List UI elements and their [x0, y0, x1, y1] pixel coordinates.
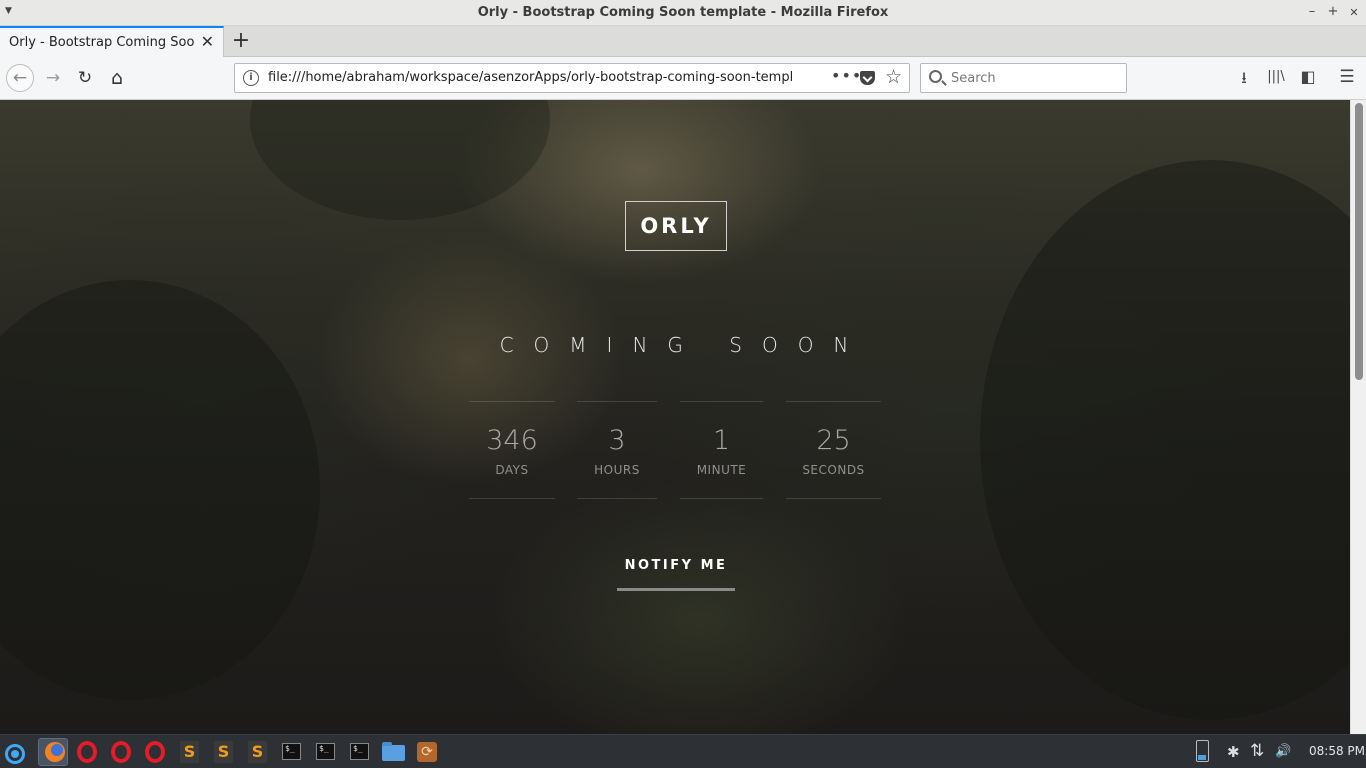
volume-icon[interactable]: 🔊 [1275, 744, 1291, 759]
clock[interactable]: 08:58 PM [1309, 744, 1365, 758]
battery-icon[interactable] [1196, 740, 1209, 762]
taskbar: S S S $_ $_ $_ ⟳ ✱ ⇅ 🔊 08:58 PM [0, 734, 1366, 768]
countdown-value: 25 [816, 425, 851, 456]
page-viewport: ORLY COMING SOON 346 DAYS 3 HOURS 1 MINU… [0, 100, 1350, 734]
countdown-unit: MINUTE [696, 463, 747, 477]
logo-text: ORLY [640, 214, 712, 238]
back-button[interactable]: ← [6, 64, 34, 92]
navigation-toolbar: ← → ↻ ⌂ i file:///home/abraham/workspace… [0, 57, 1366, 100]
tab-strip: Orly - Bootstrap Coming Soon t ✕ + [0, 26, 1366, 57]
minimize-button[interactable]: – [1305, 4, 1319, 19]
sidebar-icon[interactable]: ◧ [1297, 67, 1319, 86]
scrollbar-thumb[interactable] [1355, 103, 1363, 380]
countdown-unit: DAYS [495, 463, 529, 477]
coming-soon-heading: COMING SOON [499, 333, 869, 357]
firefox-icon [45, 742, 65, 762]
menu-icon[interactable]: ☰ [1336, 67, 1358, 87]
maximize-button[interactable]: + [1326, 4, 1340, 19]
search-icon [929, 70, 942, 83]
taskbar-opera[interactable] [72, 738, 102, 766]
opera-icon [145, 741, 165, 763]
bookmark-star-icon[interactable]: ☆ [885, 66, 902, 88]
countdown-days: 346 DAYS [469, 401, 555, 499]
sublime-text-icon: S [214, 741, 233, 763]
library-icon[interactable]: |||\ [1265, 69, 1287, 84]
app-menu-button[interactable] [0, 738, 30, 766]
countdown-seconds: 25 SECONDS [786, 401, 881, 499]
countdown-unit: HOURS [594, 463, 640, 477]
network-icon[interactable]: ⇅ [1250, 741, 1264, 761]
forest-shade [980, 160, 1350, 720]
new-tab-button[interactable]: + [230, 28, 252, 53]
opera-icon [111, 741, 131, 763]
countdown-value: 1 [712, 425, 731, 456]
app-menu-icon [5, 744, 25, 764]
window-title: Orly - Bootstrap Coming Soon template - … [477, 5, 889, 20]
page-actions-icon[interactable]: ••• [831, 66, 862, 85]
tab-label: Orly - Bootstrap Coming Soon t [9, 35, 195, 50]
taskbar-firefox[interactable] [38, 738, 68, 766]
taskbar-sublime[interactable]: S [174, 738, 204, 766]
tab-close-icon[interactable]: ✕ [201, 32, 214, 51]
countdown-value: 346 [486, 425, 538, 456]
taskbar-terminal[interactable]: $_ [310, 738, 340, 766]
taskbar-sublime[interactable]: S [208, 738, 238, 766]
terminal-icon: $_ [350, 743, 369, 760]
site-logo[interactable]: ORLY [625, 201, 727, 251]
opera-icon [77, 741, 97, 763]
search-bar[interactable] [920, 63, 1127, 93]
url-text[interactable]: file:///home/abraham/workspace/asenzorAp… [268, 70, 794, 85]
sync-icon: ⟳ [417, 742, 437, 762]
taskbar-terminal[interactable]: $_ [344, 738, 374, 766]
search-input[interactable] [951, 69, 1121, 87]
downloads-icon[interactable]: ⭳ [1233, 67, 1255, 94]
forest-shade [250, 100, 550, 220]
terminal-icon: $_ [282, 743, 301, 760]
countdown-minutes: 1 MINUTE [680, 401, 763, 499]
close-window-button[interactable]: ✕ [1347, 6, 1361, 19]
site-info-icon[interactable]: i [243, 70, 259, 86]
taskbar-opera[interactable] [106, 738, 136, 766]
taskbar-terminal[interactable]: $_ [276, 738, 306, 766]
folder-icon [382, 742, 405, 761]
reload-button[interactable]: ↻ [71, 64, 99, 92]
pocket-icon[interactable] [860, 71, 875, 85]
taskbar-file-manager[interactable] [378, 738, 408, 766]
taskbar-sublime[interactable]: S [242, 738, 272, 766]
tab-orly[interactable]: Orly - Bootstrap Coming Soon t ✕ [0, 26, 224, 57]
countdown-unit: SECONDS [802, 463, 865, 477]
url-bar[interactable]: i file:///home/abraham/workspace/asenzor… [234, 63, 910, 93]
window-titlebar: ▼ Orly - Bootstrap Coming Soon template … [0, 0, 1366, 26]
notify-me-button[interactable]: NOTIFY ME [617, 555, 735, 591]
sublime-text-icon: S [248, 741, 267, 763]
terminal-icon: $_ [316, 743, 335, 760]
countdown-hours: 3 HOURS [577, 401, 657, 499]
sublime-text-icon: S [180, 741, 199, 763]
notify-me-label: NOTIFY ME [624, 558, 728, 573]
taskbar-sync[interactable]: ⟳ [412, 738, 442, 766]
bluetooth-icon[interactable]: ✱ [1227, 743, 1240, 761]
taskbar-opera[interactable] [140, 738, 170, 766]
home-button[interactable]: ⌂ [103, 64, 131, 92]
forward-button[interactable]: → [39, 64, 67, 92]
page-scrollbar[interactable] [1350, 100, 1366, 734]
countdown-value: 3 [608, 425, 626, 456]
